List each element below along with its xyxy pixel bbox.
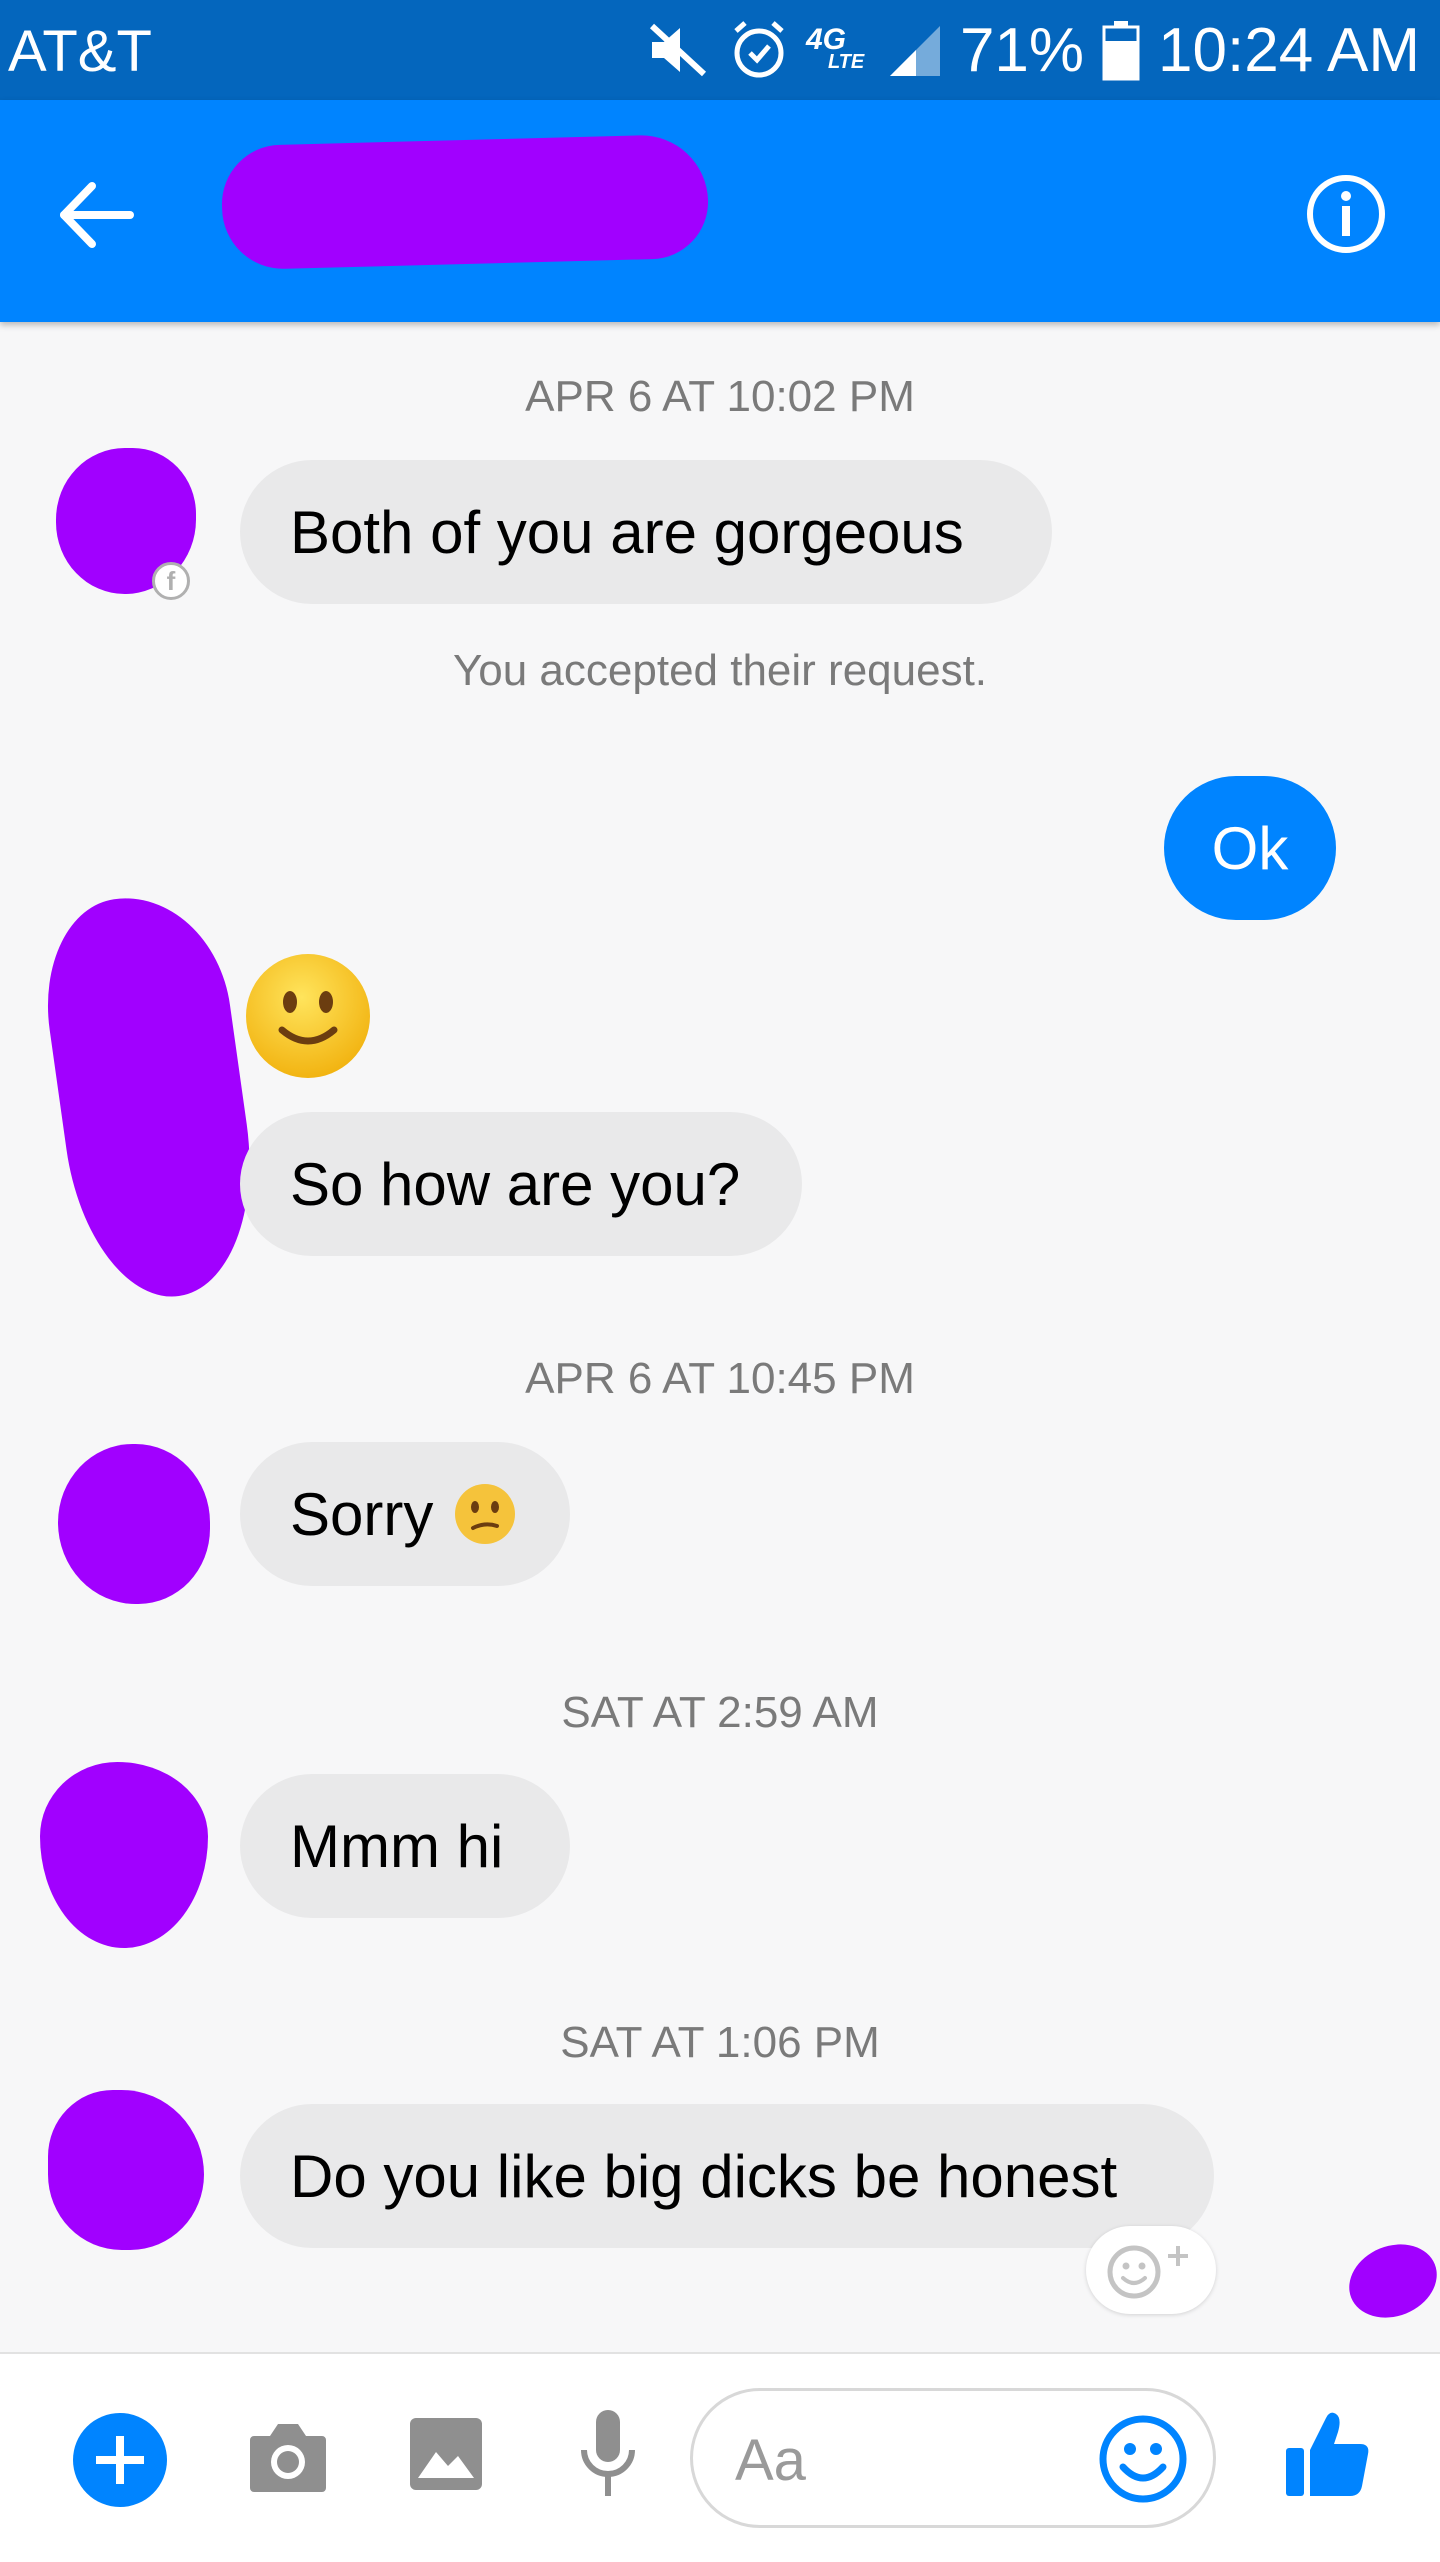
timestamp: APR 6 AT 10:45 PM	[525, 1354, 915, 1403]
clock-label: 10:24 AM	[1158, 15, 1420, 85]
confused-face-icon	[455, 1484, 516, 1544]
battery-label: 71%	[959, 15, 1085, 85]
avatar[interactable]	[32, 885, 270, 1309]
alarm-icon	[730, 19, 788, 81]
info-button[interactable]	[1304, 172, 1388, 256]
incoming-message[interactable]: So how are you?	[240, 1112, 802, 1256]
message-composer	[0, 2352, 1440, 2562]
voice-button[interactable]	[578, 2406, 638, 2515]
carrier-label: AT&T	[8, 19, 152, 84]
camera-icon	[250, 2424, 326, 2492]
slightly-smiling-face-icon[interactable]	[244, 952, 372, 1080]
avatar[interactable]	[40, 1762, 208, 1948]
system-message: You accepted their request.	[452, 646, 988, 695]
microphone-icon	[581, 2410, 635, 2496]
emoji-icon	[1099, 2415, 1187, 2503]
battery-icon	[1102, 19, 1140, 81]
timestamp: SAT AT 2:59 AM	[561, 1688, 879, 1737]
add-reaction-button[interactable]	[1086, 2226, 1216, 2314]
back-button[interactable]	[52, 170, 142, 260]
timestamp: SAT AT 1:06 PM	[560, 2018, 880, 2067]
gallery-icon	[410, 2418, 482, 2490]
plus-icon	[73, 2413, 167, 2507]
avatar[interactable]	[48, 2090, 204, 2250]
message-input[interactable]	[733, 2417, 1077, 2503]
network-icon: 4G LTE	[806, 19, 868, 81]
message-input-container[interactable]	[690, 2388, 1216, 2528]
network-sub-label: LTE	[827, 51, 865, 73]
status-icons: 4G LTE 71% 10:24 AM	[646, 14, 1420, 86]
incoming-message[interactable]: Mmm hi	[240, 1774, 570, 1918]
avatar[interactable]	[58, 1444, 210, 1604]
message-text: Sorry	[290, 1480, 434, 1548]
camera-button[interactable]	[246, 2416, 330, 2501]
add-reaction-icon	[1107, 2245, 1188, 2299]
status-bar: AT&T 4G LTE 71% 10:24 AM	[0, 0, 1440, 100]
gallery-button[interactable]	[408, 2416, 484, 2497]
info-icon	[1307, 175, 1385, 253]
outgoing-message[interactable]: Ok	[1164, 776, 1336, 920]
like-button[interactable]	[1282, 2408, 1372, 2505]
incoming-message[interactable]: Sorry	[240, 1442, 570, 1586]
back-arrow-icon	[60, 182, 134, 248]
conversation-header	[0, 100, 1440, 322]
timestamp: APR 6 AT 10:02 PM	[525, 372, 915, 421]
incoming-message[interactable]: Both of you are gorgeous	[240, 460, 1052, 604]
contact-name-redacted[interactable]	[220, 133, 710, 271]
emoji-button[interactable]	[1095, 2411, 1191, 2512]
like-thumb-icon	[1286, 2412, 1369, 2496]
more-actions-button[interactable]	[72, 2412, 168, 2513]
seen-avatar	[1338, 2231, 1440, 2331]
incoming-message[interactable]: Do you like big dicks be honest	[240, 2104, 1214, 2248]
mute-icon	[646, 20, 712, 80]
signal-icon	[886, 22, 942, 78]
messenger-badge-icon: f	[152, 562, 190, 600]
